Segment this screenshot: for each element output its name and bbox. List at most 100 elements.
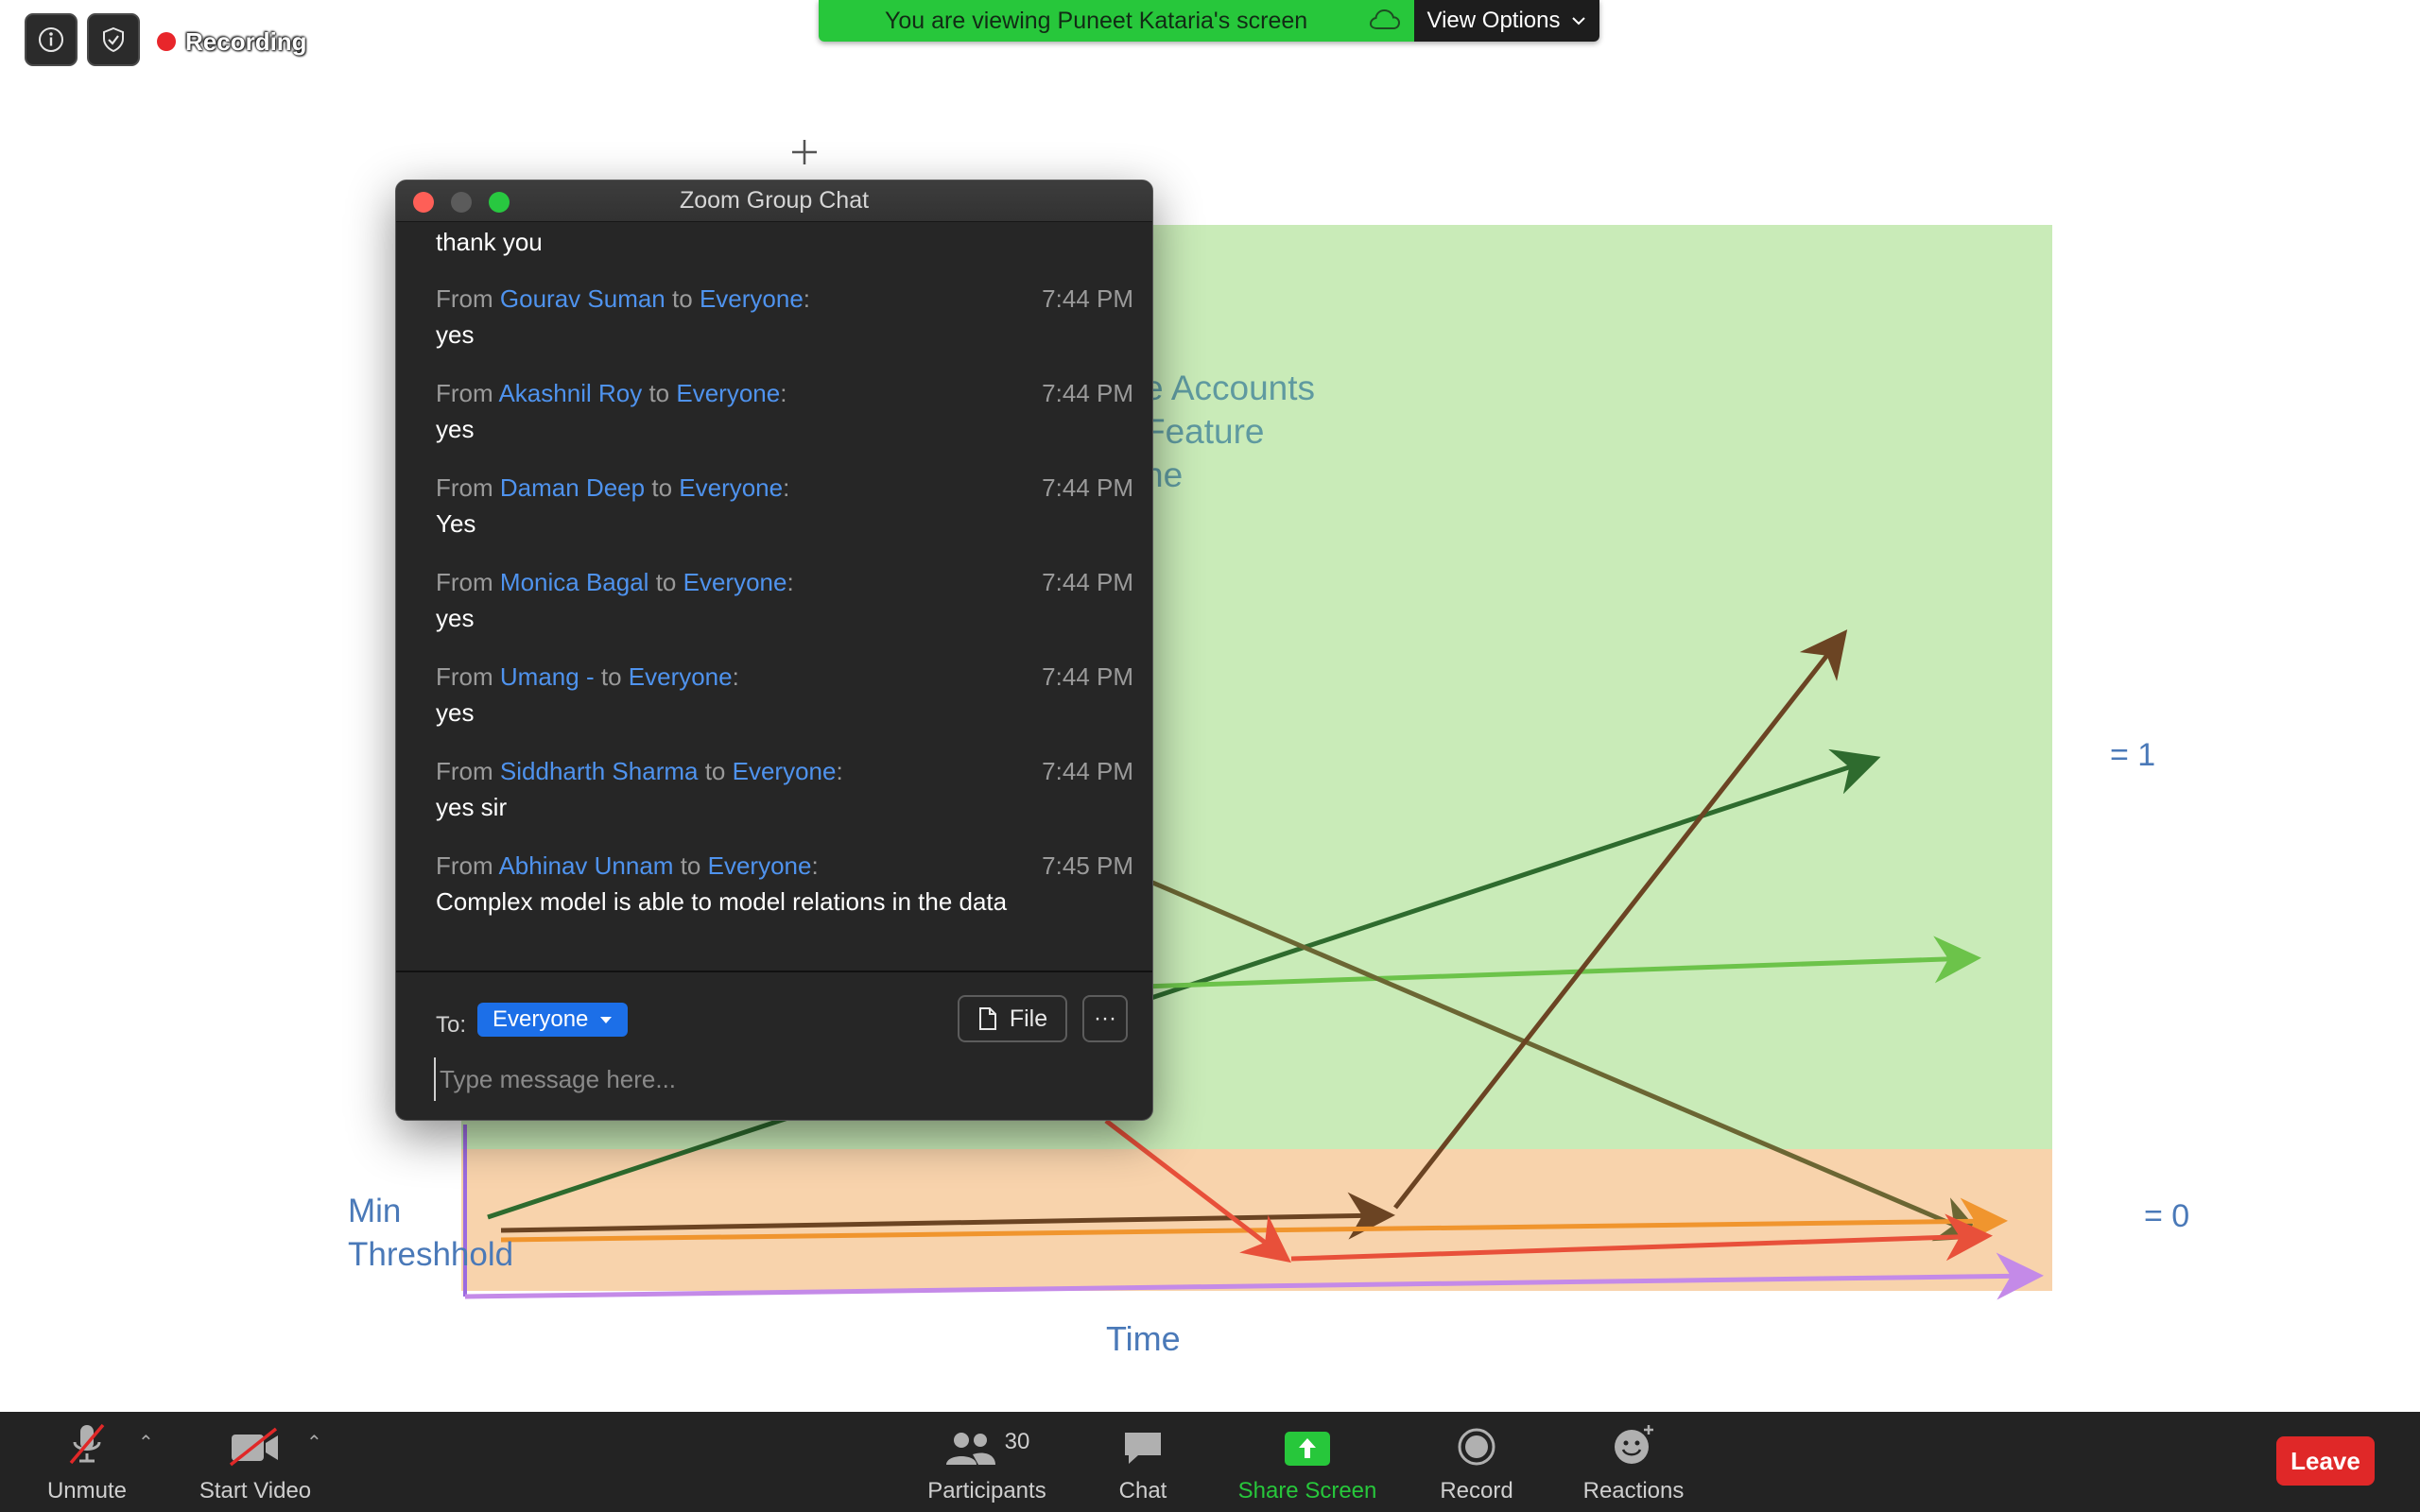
sender-name[interactable]: Gourav Suman bbox=[500, 284, 666, 313]
message-time: 7:44 PM bbox=[1042, 568, 1133, 596]
chat-message: From Monica Bagal to Everyone: 7:44 PM ye… bbox=[436, 568, 1133, 632]
arrow-red-flat bbox=[1290, 1213, 1993, 1262]
recipient-dropdown[interactable]: Everyone bbox=[477, 1003, 629, 1037]
share-screen-arrow-icon bbox=[1285, 1432, 1330, 1466]
recipient-name[interactable]: Everyone bbox=[629, 662, 733, 691]
sender-name[interactable]: Daman Deep bbox=[500, 473, 645, 502]
viewing-screen-text: You are viewing Puneet Kataria's screen bbox=[885, 7, 1308, 34]
from-word: From bbox=[436, 379, 493, 407]
chat-label: Chat bbox=[1118, 1478, 1167, 1503]
file-button[interactable]: File bbox=[958, 995, 1067, 1042]
from-word: From bbox=[436, 662, 493, 691]
to-word: to bbox=[648, 379, 670, 407]
video-options-caret-icon[interactable]: ⌃ bbox=[306, 1431, 322, 1454]
file-icon bbox=[978, 1007, 996, 1030]
arrow-olive-down bbox=[1143, 876, 1985, 1242]
more-options-button[interactable]: ··· bbox=[1082, 995, 1128, 1042]
window-close-button[interactable] bbox=[413, 192, 434, 213]
info-icon bbox=[39, 27, 63, 52]
start-video-label: Start Video bbox=[199, 1478, 312, 1503]
legend-line-1: e Accounts bbox=[1144, 369, 1316, 407]
share-screen-button[interactable]: Share Screen bbox=[1229, 1412, 1386, 1512]
to-label: To: bbox=[436, 1012, 467, 1038]
sender-name[interactable]: Akashnil Roy bbox=[498, 379, 642, 407]
slide-x-axis-arrow bbox=[464, 1252, 2044, 1300]
to-word: to bbox=[672, 284, 693, 313]
message-text: yes bbox=[436, 320, 475, 349]
recording-indicator: Recording bbox=[157, 25, 307, 59]
recipient-name[interactable]: Everyone bbox=[683, 568, 787, 596]
slide-drawing bbox=[463, 629, 2044, 1300]
chat-message: From Siddharth Sharma to Everyone: 7:44 P… bbox=[436, 757, 1133, 821]
message-text: Yes bbox=[436, 509, 476, 538]
chat-message: From Abhinav Unnam to Everyone: 7:45 PM C… bbox=[436, 851, 1133, 916]
min-label: Min bbox=[348, 1193, 402, 1229]
label-equals-one: = 1 bbox=[2110, 737, 2156, 773]
from-word: From bbox=[436, 568, 493, 596]
recipient-name[interactable]: Everyone bbox=[700, 284, 804, 313]
message-text: yes bbox=[436, 604, 475, 632]
participants-button[interactable]: 30 Participants bbox=[921, 1412, 1053, 1512]
zoom-meeting-window: e Accounts Feature ne = 1 = 0 Min Thresh… bbox=[0, 0, 2420, 1512]
recipient-name[interactable]: Everyone bbox=[708, 851, 812, 880]
participants-count: 30 bbox=[1004, 1429, 1030, 1454]
message-time: 7:44 PM bbox=[1042, 284, 1133, 313]
recipient-name[interactable]: Everyone bbox=[679, 473, 783, 502]
from-word: From bbox=[436, 284, 493, 313]
message-input[interactable] bbox=[434, 1057, 1115, 1101]
meeting-toolbar: Unmute ⌃ Start Video ⌃ 30 Participants C… bbox=[0, 1412, 2420, 1512]
arrow-red-down bbox=[1104, 1119, 1291, 1263]
message-time: 7:44 PM bbox=[1042, 473, 1133, 502]
participants-label: Participants bbox=[927, 1478, 1046, 1503]
participants-icon bbox=[945, 1433, 995, 1465]
chat-titlebar[interactable]: Zoom Group Chat bbox=[396, 180, 1152, 222]
audio-options-caret-icon[interactable]: ⌃ bbox=[138, 1431, 154, 1454]
threshold-label: Threshhold bbox=[348, 1236, 514, 1273]
record-button[interactable]: Record bbox=[1429, 1412, 1524, 1512]
message-time: 7:44 PM bbox=[1042, 757, 1133, 785]
unmute-label: Unmute bbox=[46, 1478, 128, 1503]
sender-name[interactable]: Siddharth Sharma bbox=[500, 757, 699, 785]
chat-message: From Akashnil Roy to Everyone: 7:44 PM ye… bbox=[436, 379, 1133, 443]
chat-window-title: Zoom Group Chat bbox=[679, 187, 870, 214]
recipient-name[interactable]: Everyone bbox=[676, 379, 780, 407]
chat-message: From Gourav Suman to Everyone: 7:44 PM ye… bbox=[436, 284, 1133, 349]
security-shield-button[interactable] bbox=[87, 13, 140, 66]
message-text: yes bbox=[436, 698, 475, 727]
leave-meeting-button[interactable]: Leave bbox=[2276, 1436, 2375, 1486]
start-video-button[interactable]: Start Video bbox=[193, 1412, 318, 1512]
to-word: to bbox=[704, 757, 726, 785]
caret-down-icon bbox=[600, 1016, 613, 1023]
recording-label: Recording bbox=[185, 26, 307, 56]
time-axis-label: Time bbox=[1106, 1319, 1181, 1358]
unmute-button[interactable]: Unmute bbox=[42, 1412, 132, 1512]
chat-compose-area: To: Everyone File ··· bbox=[396, 971, 1152, 1120]
from-word: From bbox=[436, 851, 493, 880]
window-minimize-button[interactable] bbox=[451, 192, 472, 213]
view-options-button[interactable]: View Options bbox=[1414, 0, 1599, 42]
file-button-label: File bbox=[1009, 1005, 1048, 1032]
screen-share-banner: You are viewing Puneet Kataria's screen … bbox=[819, 0, 1599, 42]
sender-name[interactable]: Monica Bagal bbox=[500, 568, 649, 596]
window-maximize-button[interactable] bbox=[489, 192, 510, 213]
record-icon bbox=[1458, 1428, 1495, 1466]
message-time: 7:44 PM bbox=[1042, 662, 1133, 691]
meeting-info-button[interactable] bbox=[25, 13, 78, 66]
legend-line-2: Feature bbox=[1144, 412, 1265, 451]
recipient-name[interactable]: Everyone bbox=[733, 757, 837, 785]
message-time: 7:44 PM bbox=[1042, 379, 1133, 407]
reactions-button[interactable]: Reactions bbox=[1573, 1412, 1694, 1512]
label-equals-zero: = 0 bbox=[2144, 1198, 2190, 1234]
shield-check-icon bbox=[103, 26, 124, 53]
chat-button[interactable]: Chat bbox=[1104, 1412, 1182, 1512]
message-text: yes sir bbox=[436, 793, 508, 821]
sender-name[interactable]: Umang - bbox=[500, 662, 595, 691]
more-options-icon: ··· bbox=[1094, 1005, 1116, 1031]
reactions-smiley-icon bbox=[1615, 1425, 1653, 1464]
move-cursor-icon bbox=[792, 140, 817, 164]
chat-message-list[interactable]: thank you From Gourav Suman to Everyone:… bbox=[396, 222, 1152, 961]
muted-microphone-icon bbox=[69, 1423, 105, 1465]
cloud-icon bbox=[1369, 9, 1401, 29]
reactions-label: Reactions bbox=[1582, 1478, 1685, 1503]
sender-name[interactable]: Abhinav Unnam bbox=[498, 851, 673, 880]
